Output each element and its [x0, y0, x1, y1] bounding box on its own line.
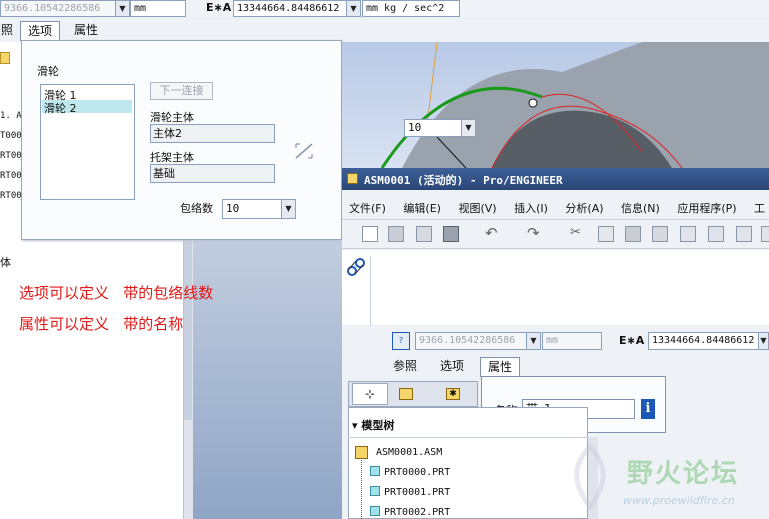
annotation-options: 选项可以定义 带的包络线数 — [19, 284, 214, 302]
tree-fragment: RT00 — [0, 191, 22, 201]
pulley-body-field[interactable]: 主体2 — [150, 124, 275, 143]
top-ea-unit-field[interactable]: mm kg / sec^2 — [362, 0, 460, 17]
tree-item-label: PRT0001.PRT — [384, 487, 451, 498]
chevron-down-icon[interactable]: ▼ — [758, 332, 769, 350]
model-tree-tab-icon[interactable]: ⊹ — [352, 383, 388, 405]
chevron-down-icon[interactable]: ▼ — [461, 119, 476, 137]
flip-direction-icon[interactable] — [294, 142, 314, 160]
ea-label: E∗A — [619, 334, 645, 347]
model-tree-label: 模型树 — [361, 419, 395, 432]
window-title: ASM0001 (活动的) - Pro/ENGINEER — [364, 174, 563, 187]
open-folder-icon[interactable] — [388, 226, 404, 242]
sidebar-gradient — [193, 225, 343, 519]
tree-connector — [361, 460, 362, 519]
tab-options[interactable]: 选项 — [20, 21, 61, 41]
menu-applications[interactable]: 应用程序(P) — [677, 202, 736, 215]
list-item[interactable]: 滑轮 2 — [44, 100, 77, 116]
app-icon — [347, 173, 358, 184]
model-tree-divider — [348, 437, 588, 438]
tab-properties[interactable]: 属性 — [480, 357, 521, 377]
dashboard-area — [342, 250, 769, 325]
ea-label: E∗A — [206, 1, 232, 14]
bracket-body-field[interactable]: 基础 — [150, 164, 275, 183]
tree-fragment: RT00 — [0, 151, 22, 161]
part-icon — [370, 506, 380, 516]
watermark-title: 野火论坛 — [627, 459, 740, 489]
search-tool-icon[interactable] — [736, 226, 752, 242]
collapse-arrow-icon[interactable]: ▾ — [352, 419, 361, 432]
paste-special-icon[interactable] — [652, 226, 668, 242]
section-label: 滑轮 — [37, 65, 59, 78]
part-icon — [370, 466, 380, 476]
redo-icon[interactable]: ↷ — [527, 226, 543, 242]
tree-item-root[interactable]: ASM0001.ASM — [376, 447, 442, 458]
chevron-down-icon[interactable]: ▼ — [281, 199, 296, 219]
next-connection-button[interactable]: 下一连接 — [150, 82, 213, 100]
unit-field[interactable]: mm — [542, 332, 602, 350]
save-icon[interactable] — [416, 226, 432, 242]
select-box-icon[interactable] — [761, 226, 769, 242]
folder-browser-icon[interactable] — [399, 388, 413, 400]
regenerate-icon[interactable] — [680, 226, 696, 242]
paste-icon[interactable] — [625, 226, 641, 242]
favorites-icon[interactable]: ✱ — [446, 388, 460, 400]
tree-item[interactable]: PRT0001.PRT — [370, 486, 450, 498]
watermark-url: www.proewildfire.cn — [623, 494, 735, 507]
chevron-down-icon[interactable]: ▼ — [346, 0, 361, 17]
tree-fragment: RT00 — [0, 171, 22, 181]
scrollbar-thumb[interactable] — [184, 230, 192, 420]
menu-edit[interactable]: 编辑(E) — [403, 202, 441, 215]
part-icon — [370, 486, 380, 496]
copy-icon[interactable] — [598, 226, 614, 242]
menu-info[interactable]: 信息(N) — [621, 202, 660, 215]
chevron-down-icon[interactable]: ▼ — [115, 0, 130, 17]
tree-item[interactable]: PRT0000.PRT — [370, 466, 450, 478]
watermark-logo — [560, 442, 620, 512]
new-file-icon[interactable] — [362, 226, 378, 242]
ea-value-field[interactable]: 13344664.84486612 — [648, 332, 760, 350]
top-left-unit-field[interactable]: mm — [130, 0, 186, 17]
dashboard-divider — [370, 256, 371, 326]
tab-properties[interactable]: 属性 — [67, 21, 105, 41]
wrap-count-label: 包络数 — [180, 202, 213, 215]
tree-item-label: PRT0002.PRT — [384, 507, 451, 518]
model-viewport[interactable] — [342, 42, 769, 168]
belt-tool-icon[interactable] — [345, 256, 367, 278]
value-field[interactable]: 9366.10542286586 — [415, 332, 527, 350]
toolbar — [342, 219, 769, 249]
info-icon[interactable]: i — [641, 399, 655, 419]
menu-view[interactable]: 视图(V) — [458, 202, 496, 215]
tab-references[interactable]: 参照 — [386, 357, 424, 377]
regenerate-manager-icon[interactable] — [708, 226, 724, 242]
tree-root-icon — [355, 446, 368, 459]
folder-icon — [0, 52, 10, 64]
viewport-value-dropdown[interactable]: 10 — [404, 119, 462, 137]
top-left-value-field[interactable]: 9366.10542286586 — [0, 0, 116, 17]
model-tree-header: ▾ 模型树 — [352, 417, 394, 433]
cut-icon[interactable]: ✂ — [570, 226, 586, 242]
chevron-down-icon[interactable]: ▼ — [526, 332, 541, 350]
menu-file[interactable]: 文件(F) — [349, 202, 386, 215]
annotation-properties: 属性可以定义 带的名称 — [19, 315, 184, 333]
undo-icon[interactable]: ↶ — [485, 226, 501, 242]
pulley-body-label: 滑轮主体 — [150, 111, 194, 124]
menu-insert[interactable]: 插入(I) — [514, 202, 548, 215]
menu-analysis[interactable]: 分析(A) — [565, 202, 603, 215]
tree-fragment: T000 — [0, 131, 22, 141]
model-graphic — [380, 42, 769, 168]
print-icon[interactable] — [443, 226, 459, 242]
menu-bar: 文件(F) 编辑(E) 视图(V) 插入(I) 分析(A) 信息(N) 应用程序… — [349, 200, 769, 216]
tree-item-label: PRT0000.PRT — [384, 467, 451, 478]
wrap-count-field[interactable]: 10 — [222, 199, 282, 219]
top-tab-bar — [0, 18, 769, 42]
value-input-icon[interactable]: ? — [392, 332, 410, 350]
tab-options[interactable]: 选项 — [433, 357, 471, 377]
top-ea-value-field[interactable]: 13344664.84486612 — [233, 0, 347, 17]
tree-item[interactable]: PRT0002.PRT — [370, 506, 450, 518]
tab-references[interactable]: 照 — [0, 21, 20, 41]
menu-tools[interactable]: 工 — [754, 202, 765, 215]
bracket-body-label: 托架主体 — [150, 151, 194, 164]
tree-label: 体 — [0, 256, 11, 269]
